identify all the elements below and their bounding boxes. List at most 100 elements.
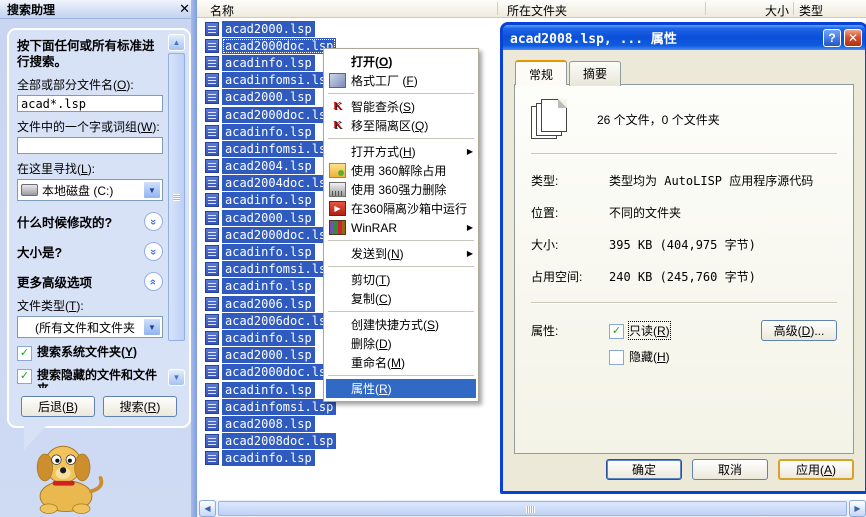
menu-item-360-sandbox[interactable]: ▶ 在360隔离沙箱中运行 [326, 199, 476, 218]
scrollbar-thumb[interactable] [168, 53, 185, 341]
checkbox-checked-icon[interactable]: ✓ [17, 346, 32, 361]
file-row[interactable]: acadinfo.lsp [197, 278, 336, 295]
file-row[interactable]: acad2000doc.lsp [197, 106, 337, 123]
file-row[interactable]: acadinfo.lsp [197, 329, 336, 346]
file-name[interactable]: acad2000.lsp [222, 209, 315, 226]
column-header-type[interactable]: 类型 [799, 2, 823, 19]
menu-item-cut[interactable]: 剪切(T) [326, 270, 476, 289]
menu-item-kav-scan[interactable]: K 智能查杀(S) [326, 97, 476, 116]
chevron-down-icon[interactable]: ▼ [143, 181, 161, 199]
modified-section-row[interactable]: 什么时候修改的? » [17, 212, 163, 231]
file-row[interactable]: acad2000.lsp [197, 20, 336, 37]
file-row[interactable]: acadinfomsi.lsp [197, 140, 337, 157]
file-name[interactable]: acad2000.lsp [222, 347, 315, 364]
checkbox-checked-icon[interactable]: ✓ [609, 323, 624, 339]
column-header-size[interactable]: 大小 [717, 2, 789, 19]
menu-item-rename[interactable]: 重命名(M) [326, 353, 476, 372]
readonly-checkbox-row[interactable]: ✓ 只读(R) [609, 321, 671, 340]
search-system-folders-checkbox-row[interactable]: ✓ 搜索系统文件夹(Y) [17, 345, 163, 361]
file-name[interactable]: acad2000doc.lsp [222, 364, 337, 381]
panel-scrollbar[interactable]: ▲ ▼ [168, 34, 185, 386]
column-header-name[interactable]: 名称 [210, 2, 234, 19]
close-icon[interactable]: ✕ [844, 28, 862, 47]
file-type-dropdown[interactable]: (所有文件和文件夹 ▼ [17, 316, 163, 338]
search-hidden-files-checkbox-row[interactable]: ✓ 搜索隐藏的文件和文件夹 [17, 368, 163, 388]
file-row[interactable]: acad2000doc.lsp [197, 364, 337, 381]
cancel-button[interactable]: 取消 [692, 459, 768, 480]
file-name[interactable]: acadinfomsi.lsp [222, 398, 337, 415]
back-button[interactable]: 后退(B) [21, 396, 95, 417]
menu-item-create-shortcut[interactable]: 创建快捷方式(S) [326, 315, 476, 334]
menu-item-copy[interactable]: 复制(C) [326, 289, 476, 308]
close-icon[interactable]: ✕ [179, 2, 190, 16]
file-name[interactable]: acad2000doc.lsp [222, 226, 337, 243]
file-name[interactable]: acadinfomsi.lsp [222, 140, 337, 157]
file-name[interactable]: acad2006doc.lsp [222, 312, 337, 329]
file-row[interactable]: acadinfo.lsp [197, 123, 336, 140]
scrollbar-thumb[interactable] [218, 501, 847, 516]
file-name[interactable]: acadinfo.lsp [222, 450, 315, 467]
file-name[interactable]: acadinfo.lsp [222, 192, 315, 209]
menu-item-360-unlock[interactable]: 使用 360解除占用 [326, 161, 476, 180]
file-row[interactable]: acadinfo.lsp [197, 381, 336, 398]
double-chevron-down-icon[interactable]: » [144, 242, 163, 261]
file-name[interactable]: acadinfo.lsp [222, 54, 315, 71]
file-name[interactable]: acadinfo.lsp [222, 381, 315, 398]
file-row[interactable]: acadinfo.lsp [197, 192, 336, 209]
menu-item-kav-quarantine[interactable]: K 移至隔离区(Q) [326, 116, 476, 135]
file-row[interactable]: acad2004.lsp [197, 158, 336, 175]
file-name[interactable]: acad2006.lsp [222, 295, 315, 312]
column-divider[interactable] [497, 2, 498, 15]
file-row[interactable]: acad2008doc.lsp [197, 433, 337, 450]
file-row[interactable]: acadinfo.lsp [197, 243, 336, 261]
checkbox-checked-icon[interactable]: ✓ [17, 369, 32, 384]
file-row[interactable]: acad2006doc.lsp [197, 312, 337, 329]
file-name[interactable]: acadinfo.lsp [222, 244, 315, 261]
column-header-folder[interactable]: 所在文件夹 [507, 2, 567, 19]
file-row[interactable]: acad2000doc.lsp [197, 226, 337, 243]
double-chevron-down-icon[interactable]: » [144, 212, 163, 231]
checkbox-unchecked-icon[interactable] [609, 349, 624, 365]
search-button[interactable]: 搜索(R) [103, 396, 177, 417]
file-name[interactable]: acad2008.lsp [222, 415, 315, 432]
scroll-down-icon[interactable]: ▼ [168, 369, 185, 386]
file-row[interactable]: acad2006.lsp [197, 295, 336, 312]
file-name[interactable]: acad2008doc.lsp [222, 433, 337, 450]
file-row[interactable]: acadinfomsi.lsp [197, 261, 337, 278]
horizontal-scrollbar[interactable]: ◀ ▶ [197, 500, 866, 517]
ok-button[interactable]: 确定 [606, 459, 682, 480]
file-row[interactable]: acadinfo.lsp [197, 450, 336, 467]
double-chevron-up-icon[interactable]: » [144, 272, 163, 291]
file-name[interactable]: acadinfo.lsp [222, 123, 315, 140]
file-name[interactable]: acadinfo.lsp [222, 278, 315, 295]
size-section-row[interactable]: 大小是? » [17, 242, 163, 261]
file-row[interactable]: acadinfomsi.lsp [197, 72, 337, 89]
dialog-titlebar[interactable]: acad2008.lsp, ... 属性 ? ✕ [503, 25, 865, 50]
file-name[interactable]: acadinfo.lsp [222, 329, 315, 346]
advanced-button[interactable]: 高级(D)... [761, 320, 837, 341]
scroll-left-icon[interactable]: ◀ [199, 500, 216, 517]
file-row[interactable]: acad2008.lsp [197, 415, 336, 432]
file-row[interactable]: acad2004doc.lsp [197, 175, 337, 192]
file-row[interactable]: acad2000.lsp [197, 347, 336, 364]
file-row[interactable]: acadinfo.lsp [197, 54, 336, 71]
menu-item-properties[interactable]: 属性(R) [326, 379, 476, 398]
file-name[interactable]: acad2000.lsp [222, 20, 315, 37]
file-name[interactable]: acadinfomsi.lsp [222, 72, 337, 89]
column-divider[interactable] [793, 2, 794, 15]
advanced-section-row[interactable]: 更多高级选项 » [17, 272, 163, 291]
file-name[interactable]: acad2000.lsp [222, 89, 315, 106]
file-name[interactable]: acad2004.lsp [222, 158, 315, 175]
file-row[interactable]: acad2000doc.lsp [197, 37, 337, 54]
menu-item-360-force-delete[interactable]: 使用 360强力删除 [326, 180, 476, 199]
menu-item-open[interactable]: 打开(O) [326, 52, 476, 71]
scroll-up-icon[interactable]: ▲ [168, 34, 185, 51]
scroll-right-icon[interactable]: ▶ [849, 500, 866, 517]
apply-button[interactable]: 应用(A) [778, 459, 854, 480]
look-in-dropdown[interactable]: 本地磁盘 (C:) ▼ [17, 179, 163, 201]
column-divider[interactable] [705, 2, 706, 15]
menu-item-format-factory[interactable]: 格式工厂 (F) [326, 71, 476, 90]
chevron-down-icon[interactable]: ▼ [143, 318, 161, 336]
file-row[interactable]: acadinfomsi.lsp [197, 398, 337, 415]
hidden-checkbox-row[interactable]: 隐藏(H) [609, 348, 670, 365]
